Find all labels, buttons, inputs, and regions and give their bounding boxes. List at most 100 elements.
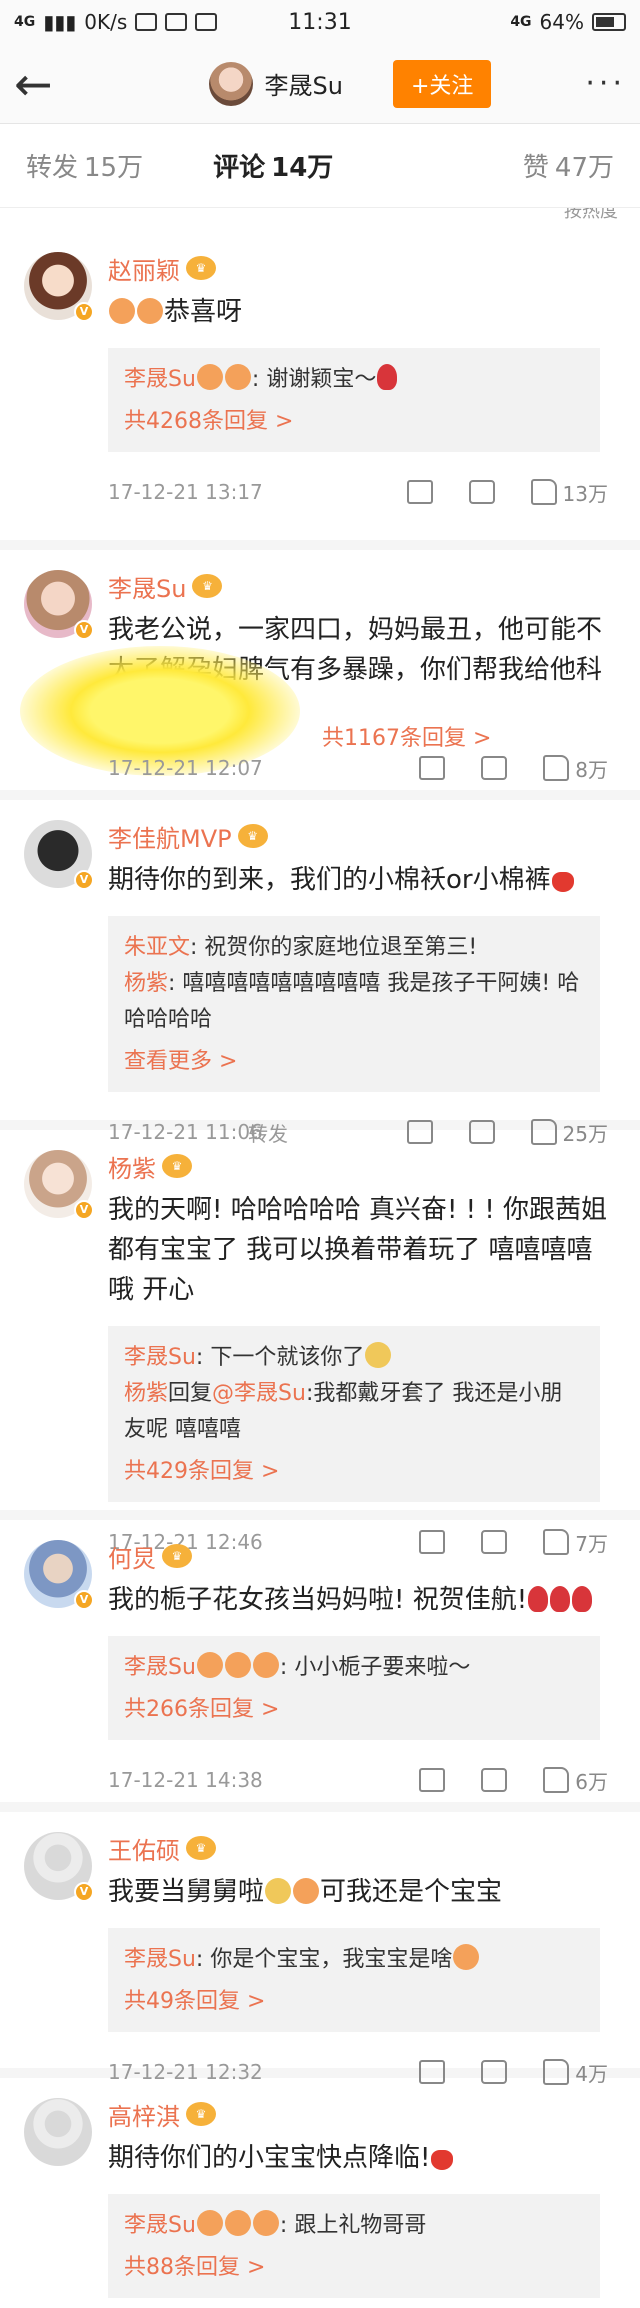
reply-box[interactable]: 李晟Su: 跟上礼物哥哥 共88条回复 > xyxy=(108,2194,600,2298)
reply-text: : 下一个就该你了 xyxy=(195,1345,365,1370)
comment-actions: 13万 xyxy=(406,478,618,507)
more-replies-link[interactable]: 共4268条回复 > xyxy=(124,404,584,440)
comment-item: V 何炅 ♛ 我的栀子花女孩当妈妈啦! 祝贺佳航! 李晟Su: 小小栀子要来啦～… xyxy=(0,1520,640,1812)
comment-icon[interactable] xyxy=(481,1768,508,1792)
follow-button[interactable]: +关注 xyxy=(393,59,492,108)
like-button[interactable]: 8万 xyxy=(543,754,608,783)
comment-text-body: 我要当舅舅啦 xyxy=(108,1877,265,1907)
reply-line: 李晟Su: 下一个就该你了 xyxy=(124,1340,584,1376)
emoji-icon xyxy=(196,1652,223,1678)
repost-icon[interactable] xyxy=(419,756,446,780)
crown-icon: ♛ xyxy=(162,1544,192,1568)
tab-comment[interactable]: 评论 14万 xyxy=(213,147,333,184)
emoji-icon xyxy=(224,1652,251,1678)
cat-emoji-icon xyxy=(365,1342,392,1368)
rose-icon xyxy=(572,1586,593,1612)
commenter-name[interactable]: 李佳航MVP xyxy=(108,819,232,854)
reply-line: 杨紫: 嘻嘻嘻嘻嘻嘻嘻嘻嘻 我是孩子干阿姨! 哈哈哈哈哈 xyxy=(124,966,584,1038)
repost-icon[interactable] xyxy=(419,1768,446,1792)
reply-box[interactable]: 李晟Su: 你是个宝宝，我宝宝是啥 共49条回复 > xyxy=(108,1928,600,2032)
status-left: 4G ▮▮▮ 0K/s xyxy=(14,10,274,34)
commenter-name[interactable]: 王佑硕 xyxy=(108,1831,180,1866)
reply-line: 李晟Su: 跟上礼物哥哥 xyxy=(124,2208,584,2244)
back-arrow-icon[interactable]: ← xyxy=(14,61,84,107)
verified-icon: V xyxy=(74,1200,94,1220)
reply-text: : 祝贺你的家庭地位退至第三! xyxy=(190,935,478,960)
more-button[interactable]: ··· xyxy=(536,66,626,101)
comment-text: 期待你的到来，我们的小棉袄or小棉裤 xyxy=(108,860,618,900)
reply-text: : 你是个宝宝，我宝宝是啥 xyxy=(195,1947,453,1972)
reply-line: 朱亚文: 祝贺你的家庭地位退至第三! xyxy=(124,930,584,966)
comment-item: V 王佑硕 ♛ 我要当舅舅啦 可我还是个宝宝 李晟Su: 你是个宝宝，我宝宝是啥 … xyxy=(0,1812,640,2086)
crown-icon: ♛ xyxy=(192,574,223,598)
crown-icon: ♛ xyxy=(186,1836,216,1860)
repost-icon[interactable] xyxy=(406,480,433,504)
timestamp: 17-12-21 14:38 xyxy=(108,1768,263,1792)
party-icon xyxy=(293,1878,320,1904)
signal-icon: ▮▮▮ xyxy=(43,10,77,34)
heart-icon xyxy=(551,872,574,892)
more-replies-link[interactable]: 共88条回复 > xyxy=(124,2250,584,2286)
like-count: 6万 xyxy=(575,1769,608,1794)
comment-text: 我的天啊! 哈哈哈哈哈 真兴奋! ! ! 你跟茜姐都有宝宝了 我可以换着带着玩了… xyxy=(108,1190,618,1310)
reply-author[interactable]: 李晟Su xyxy=(124,1345,196,1370)
comment-meta: 17-12-21 13:17 13万 xyxy=(108,456,618,528)
emoji-icon xyxy=(196,2210,223,2236)
avatar[interactable] xyxy=(24,2098,92,2166)
reply-author[interactable]: 杨紫 xyxy=(124,971,168,996)
name-row: 赵丽颖 ♛ xyxy=(108,254,618,285)
reply-author[interactable]: 李晟Su xyxy=(124,2213,196,2238)
reply-box[interactable]: 李晟Su: 下一个就该你了 杨紫回复@李晟Su:我都戴牙套了 我还是小朋友呢 嘻… xyxy=(108,1326,600,1502)
commenter-name[interactable]: 高梓淇 xyxy=(108,2097,180,2132)
battery-percent: 64% xyxy=(539,10,584,34)
reply-author[interactable]: 朱亚文 xyxy=(124,935,190,960)
reply-author[interactable]: 杨紫 xyxy=(124,1381,168,1406)
tab-comment-label: 评论 xyxy=(213,153,266,183)
reply-verb: 回复 xyxy=(168,1381,213,1406)
comment-item: V 杨紫 ♛ 我的天啊! 哈哈哈哈哈 真兴奋! ! ! 你跟茜姐都有宝宝了 我可… xyxy=(0,1130,640,1556)
verified-icon: V xyxy=(74,302,94,322)
crown-icon: ♛ xyxy=(162,1154,192,1178)
comment-text-body-2: 可我还是个宝宝 xyxy=(320,1877,503,1907)
emoji-icon xyxy=(224,2210,251,2236)
tab-like[interactable]: 赞 47万 xyxy=(523,147,614,184)
mention-link[interactable]: @李晟Su xyxy=(212,1381,306,1406)
name-row: 李晟Su ♛ xyxy=(108,572,618,603)
reply-box[interactable]: 李晟Su: 小小栀子要来啦～ 共266条回复 > xyxy=(108,1636,600,1740)
more-replies-link[interactable]: 查看更多 > xyxy=(124,1044,584,1080)
emoji-icon xyxy=(252,1652,279,1678)
page-title[interactable]: 李晟Su xyxy=(265,66,343,101)
like-button[interactable]: 13万 xyxy=(530,478,608,507)
reply-author[interactable]: 李晟Su xyxy=(124,1655,196,1680)
commenter-name[interactable]: 李晟Su xyxy=(108,569,186,604)
reply-line: 李晟Su: 小小栀子要来啦～ xyxy=(124,1650,584,1686)
like-count: 8万 xyxy=(575,757,608,782)
more-replies-link[interactable]: 共429条回复 > xyxy=(124,1454,584,1490)
verified-icon: V xyxy=(74,1882,94,1902)
commenter-name[interactable]: 赵丽颖 xyxy=(108,251,180,286)
tab-comment-count: 14万 xyxy=(271,153,334,183)
more-replies-link[interactable]: 共49条回复 > xyxy=(124,1984,584,2020)
reply-author[interactable]: 李晟Su xyxy=(124,367,196,392)
nav-user[interactable]: 李晟Su +关注 xyxy=(164,59,536,108)
like-button[interactable]: 6万 xyxy=(543,1766,608,1795)
sort-hint[interactable]: 按热度 xyxy=(0,208,640,232)
comment-icon[interactable] xyxy=(468,480,495,504)
reply-author[interactable]: 李晟Su xyxy=(124,1947,196,1972)
commenter-name[interactable]: 何炅 xyxy=(108,1539,156,1574)
reply-box[interactable]: 朱亚文: 祝贺你的家庭地位退至第三! 杨紫: 嘻嘻嘻嘻嘻嘻嘻嘻嘻 我是孩子干阿姨… xyxy=(108,916,600,1092)
comment-item: V 李晟Su ♛ 我老公说，一家四口，妈妈最丑，他可能不太了解孕妇脾气有多暴躁，… xyxy=(0,550,640,800)
tab-repost[interactable]: 转发 15万 xyxy=(26,147,143,184)
comment-icon[interactable] xyxy=(481,756,508,780)
emoji-icon xyxy=(137,298,163,324)
heart-icon xyxy=(431,2150,454,2170)
more-replies-link[interactable]: 共266条回复 > xyxy=(124,1692,584,1728)
timestamp: 17-12-21 12:07 xyxy=(108,756,263,780)
comment-item: 高梓淇 ♛ 期待你们的小宝宝快点降临! 李晟Su: 跟上礼物哥哥 共88条回复 … xyxy=(0,2078,640,2298)
commenter-name[interactable]: 杨紫 xyxy=(108,1149,156,1184)
verified-icon: V xyxy=(74,1590,94,1610)
emoji-icon xyxy=(196,364,223,390)
avatar[interactable] xyxy=(208,61,253,106)
reply-box[interactable]: 李晟Su: 谢谢颖宝～ 共4268条回复 > xyxy=(108,348,600,452)
status-bar: 4G ▮▮▮ 0K/s 11:31 4G 64% xyxy=(0,0,640,44)
